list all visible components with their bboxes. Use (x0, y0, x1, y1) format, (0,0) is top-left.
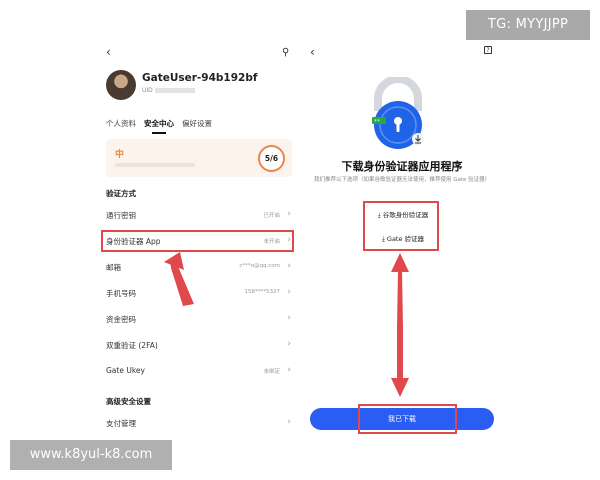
arrow-to-confirm-button (397, 327, 403, 380)
watermark-website: www.k8yul-k8.com (10, 440, 172, 470)
arrow-to-download-options (397, 270, 403, 330)
annotation-arrows (164, 252, 409, 397)
